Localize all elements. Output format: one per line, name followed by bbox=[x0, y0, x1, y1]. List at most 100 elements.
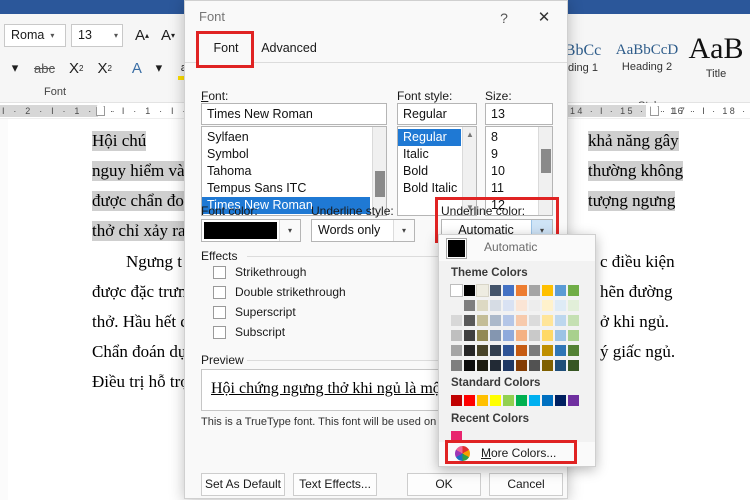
color-swatch[interactable] bbox=[451, 300, 462, 311]
color-swatch[interactable] bbox=[451, 330, 462, 341]
theme-colors-row-4[interactable] bbox=[451, 330, 579, 341]
color-swatch[interactable] bbox=[516, 300, 527, 311]
font-style-scrollbar[interactable]: ▲ ▼ bbox=[462, 127, 476, 215]
text-effects-button[interactable]: Text Effects... bbox=[293, 473, 377, 496]
checkbox-superscript[interactable] bbox=[213, 306, 226, 319]
color-swatch[interactable] bbox=[555, 285, 566, 296]
color-swatch[interactable] bbox=[477, 360, 488, 371]
shrink-font-button[interactable]: A ▾ bbox=[157, 22, 179, 48]
color-swatch[interactable] bbox=[503, 285, 514, 296]
color-swatch[interactable] bbox=[568, 360, 579, 371]
color-swatch[interactable] bbox=[503, 330, 514, 341]
color-swatch-recent[interactable] bbox=[451, 431, 462, 442]
color-swatch[interactable] bbox=[490, 285, 501, 296]
color-swatch[interactable] bbox=[542, 300, 553, 311]
theme-colors-row-3[interactable] bbox=[451, 315, 579, 326]
superscript-button[interactable]: X2 bbox=[93, 55, 115, 81]
subscript-button[interactable]: X2 bbox=[65, 55, 87, 81]
color-swatch[interactable] bbox=[490, 345, 501, 356]
color-swatch[interactable] bbox=[529, 315, 540, 326]
color-swatch[interactable] bbox=[503, 300, 514, 311]
font-list[interactable]: Sylfaen Symbol Tahoma Tempus Sans ITC Ti… bbox=[201, 126, 387, 216]
color-swatch[interactable] bbox=[490, 330, 501, 341]
color-swatch[interactable] bbox=[529, 395, 540, 406]
more-colors-row[interactable]: More Colors... bbox=[439, 442, 595, 466]
color-swatch[interactable] bbox=[516, 330, 527, 341]
theme-colors-row-1[interactable] bbox=[450, 284, 579, 297]
scrollbar-thumb[interactable] bbox=[541, 149, 551, 173]
color-swatch[interactable] bbox=[464, 330, 475, 341]
help-icon[interactable]: ? bbox=[493, 7, 515, 29]
color-swatch[interactable] bbox=[490, 300, 501, 311]
color-swatch[interactable] bbox=[451, 315, 462, 326]
color-swatch[interactable] bbox=[568, 285, 579, 296]
color-swatch[interactable] bbox=[464, 315, 475, 326]
color-swatch[interactable] bbox=[451, 345, 462, 356]
color-swatch[interactable] bbox=[568, 330, 579, 341]
checkbox-subscript[interactable] bbox=[213, 326, 226, 339]
color-swatch[interactable] bbox=[555, 330, 566, 341]
list-item[interactable]: Tempus Sans ITC bbox=[202, 180, 386, 197]
color-swatch[interactable] bbox=[503, 315, 514, 326]
chevron-down-icon[interactable]: ▾ bbox=[4, 55, 26, 81]
font-name-input[interactable]: Times New Roman bbox=[201, 103, 387, 125]
chevron-down-icon[interactable]: ▾ bbox=[279, 220, 300, 241]
chevron-down-icon[interactable]: ▾ bbox=[393, 220, 414, 241]
theme-colors-row-6[interactable] bbox=[451, 360, 579, 371]
automatic-color-row[interactable]: Automatic bbox=[439, 235, 595, 261]
color-swatch[interactable] bbox=[555, 300, 566, 311]
color-swatch[interactable] bbox=[516, 315, 527, 326]
color-swatch[interactable] bbox=[464, 300, 475, 311]
checkbox-double-strikethrough[interactable] bbox=[213, 286, 226, 299]
right-indent-marker[interactable] bbox=[650, 102, 659, 116]
theme-colors-row-2[interactable] bbox=[451, 300, 579, 311]
color-swatch[interactable] bbox=[542, 395, 553, 406]
color-swatch[interactable] bbox=[503, 345, 514, 356]
color-swatch[interactable] bbox=[516, 360, 527, 371]
underline-style-combo[interactable]: Words only ▾ bbox=[311, 219, 415, 242]
ok-button[interactable]: OK bbox=[407, 473, 481, 496]
color-swatch[interactable] bbox=[477, 330, 488, 341]
list-item[interactable]: Tahoma bbox=[202, 163, 386, 180]
color-swatch[interactable] bbox=[476, 284, 489, 297]
color-swatch[interactable] bbox=[542, 285, 553, 296]
color-swatch[interactable] bbox=[490, 315, 501, 326]
color-swatch[interactable] bbox=[464, 285, 475, 296]
list-item[interactable]: Sylfaen bbox=[202, 129, 386, 146]
scrollbar-thumb[interactable] bbox=[375, 171, 385, 197]
font-size-combo[interactable]: 13 ▾ bbox=[71, 23, 123, 47]
font-color-combo[interactable]: ▾ bbox=[201, 219, 301, 242]
color-swatch[interactable] bbox=[529, 360, 540, 371]
color-swatch[interactable] bbox=[464, 395, 475, 406]
text-effects-button[interactable]: A bbox=[126, 55, 148, 81]
color-swatch[interactable] bbox=[450, 284, 463, 297]
color-swatch[interactable] bbox=[542, 330, 553, 341]
color-swatch[interactable] bbox=[516, 395, 527, 406]
first-line-indent-marker[interactable] bbox=[96, 102, 105, 116]
color-swatch[interactable] bbox=[529, 345, 540, 356]
tab-advanced[interactable]: Advanced bbox=[257, 33, 321, 63]
font-list-scrollbar[interactable] bbox=[372, 127, 386, 215]
set-as-default-button[interactable]: Set As Default bbox=[201, 473, 285, 496]
color-swatch[interactable] bbox=[464, 360, 475, 371]
font-style-input[interactable]: Regular bbox=[397, 103, 477, 125]
font-style-list[interactable]: Regular Italic Bold Bold Italic ▲ ▼ bbox=[397, 126, 477, 216]
color-swatch[interactable] bbox=[529, 285, 540, 296]
color-swatch[interactable] bbox=[516, 345, 527, 356]
font-name-combo[interactable]: Roma ▾ bbox=[4, 23, 66, 47]
color-swatch[interactable] bbox=[451, 360, 462, 371]
color-swatch[interactable] bbox=[555, 360, 566, 371]
size-list[interactable]: 8 9 10 11 12 bbox=[485, 126, 553, 216]
color-swatch[interactable] bbox=[477, 300, 488, 311]
color-swatch[interactable] bbox=[542, 345, 553, 356]
color-swatch[interactable] bbox=[503, 395, 514, 406]
list-item-selected[interactable]: Regular bbox=[398, 129, 461, 146]
underline-color-dropdown[interactable]: Automatic Theme Colors Standard Colors R… bbox=[438, 234, 596, 467]
style-title[interactable]: AaB Title bbox=[684, 32, 748, 80]
color-swatch[interactable] bbox=[477, 315, 488, 326]
color-swatch[interactable] bbox=[451, 395, 462, 406]
color-swatch[interactable] bbox=[555, 315, 566, 326]
color-swatch[interactable] bbox=[464, 345, 475, 356]
grow-font-button[interactable]: A ▴ bbox=[131, 22, 153, 48]
color-swatch[interactable] bbox=[503, 360, 514, 371]
